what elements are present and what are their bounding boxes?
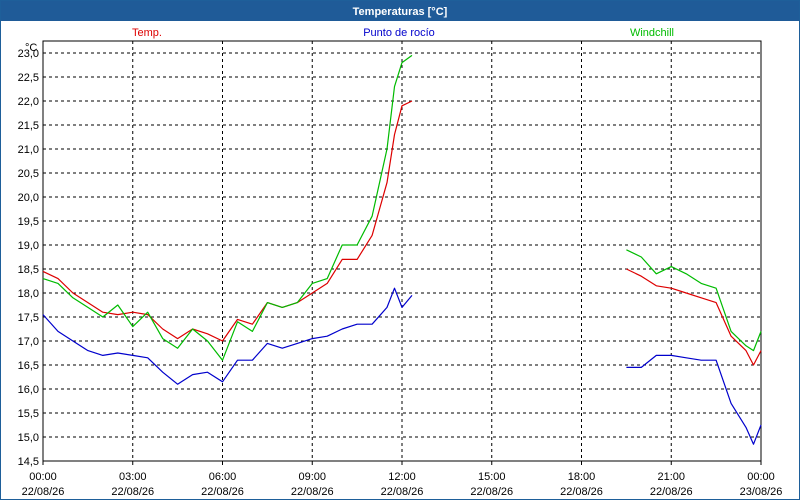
y-tick-label: 15,0 <box>18 432 39 444</box>
y-tick-label: 16,0 <box>18 384 39 396</box>
legend-entry: Windchill <box>630 27 674 39</box>
grid <box>42 40 762 462</box>
x-tick-date: 22/08/26 <box>22 486 65 498</box>
x-tick-time: 00:00 <box>747 471 775 483</box>
x-tick-date: 22/08/26 <box>560 486 603 498</box>
y-tick-label: 14,5 <box>18 456 39 468</box>
x-tick-date: 22/08/26 <box>381 486 424 498</box>
legend-entry: Punto de rocío <box>363 27 435 39</box>
x-tick-time: 09:00 <box>298 471 326 483</box>
x-tick-time: 15:00 <box>478 471 506 483</box>
temperature-chart: Temperaturas [°C] 14,5 15,0 15,5 16,0 16,5 17… <box>1 1 799 498</box>
y-tick-label: 20,5 <box>18 168 39 180</box>
y-tick-label: 17,5 <box>18 312 39 324</box>
y-tick-label: 16,5 <box>18 360 39 372</box>
series-line <box>626 354 762 445</box>
x-tick-date: 22/08/26 <box>470 486 513 498</box>
series-line <box>42 287 413 385</box>
legend: Temp. Punto de rocío Windchill <box>132 27 674 39</box>
x-tick-date: 23/08/26 <box>740 486 783 498</box>
y-tick-label: 18,0 <box>18 288 39 300</box>
x-tick-date: 22/08/26 <box>201 486 244 498</box>
x-tick-time: 21:00 <box>657 471 685 483</box>
y-tick-label: 17,0 <box>18 336 39 348</box>
legend-entry: Temp. <box>132 27 162 39</box>
x-tick-time: 00:00 <box>29 471 57 483</box>
y-tick-label: 22,5 <box>18 72 39 84</box>
chart-title: Temperaturas [°C] <box>353 6 448 18</box>
x-tick-time: 06:00 <box>209 471 237 483</box>
y-tick-label: 21,5 <box>18 120 39 132</box>
y-tick-label: 20,0 <box>18 192 39 204</box>
x-tick-time: 12:00 <box>388 471 416 483</box>
x-tick-date: 22/08/26 <box>291 486 334 498</box>
y-tick-label: 22,0 <box>18 96 39 108</box>
y-tick-label: 19,5 <box>18 216 39 228</box>
y-tick-label: 19,0 <box>18 240 39 252</box>
x-tick-date: 22/08/26 <box>650 486 693 498</box>
x-tick-time: 03:00 <box>119 471 147 483</box>
y-tick-label: 18,5 <box>18 264 39 276</box>
y-axis-label: °C <box>25 42 37 54</box>
series-line <box>626 249 762 352</box>
y-tick-label: 21,0 <box>18 144 39 156</box>
chart-window: Temperaturas [°C] 14,5 15,0 15,5 16,0 16,5 17… <box>0 0 800 500</box>
x-tick-time: 18:00 <box>568 471 596 483</box>
x-tick-date: 22/08/26 <box>111 486 154 498</box>
y-tick-label: 15,5 <box>18 408 39 420</box>
